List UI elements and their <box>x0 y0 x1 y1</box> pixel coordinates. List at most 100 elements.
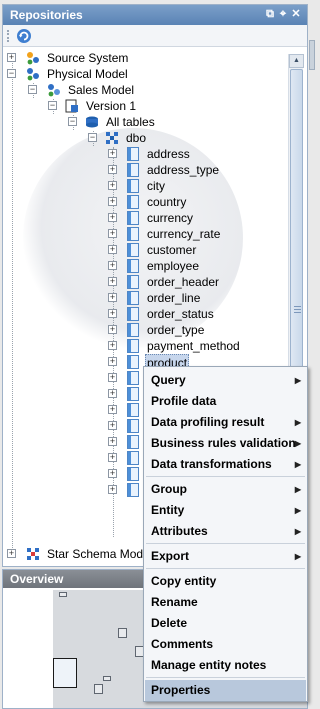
menu-item-profile-data[interactable]: Profile data <box>145 391 306 412</box>
collapse-icon[interactable]: − <box>48 101 57 110</box>
menu-item-business-rules-validation[interactable]: Business rules validation ▶ <box>145 433 306 454</box>
tree-label: Version 1 <box>86 99 137 113</box>
table-icon <box>127 403 139 417</box>
expand-icon[interactable]: + <box>108 181 117 190</box>
expand-icon[interactable]: + <box>108 149 117 158</box>
expand-icon[interactable]: + <box>108 485 117 494</box>
table-icon <box>127 435 139 449</box>
menu-item-group[interactable]: Group ▶ <box>145 479 306 500</box>
expand-icon[interactable]: + <box>108 197 117 206</box>
menu-item-label: Data profiling result <box>151 415 265 429</box>
expand-icon[interactable]: + <box>108 373 117 382</box>
expand-icon[interactable]: + <box>108 261 117 270</box>
source-system-icon <box>27 52 39 65</box>
collapse-icon[interactable]: − <box>7 69 16 78</box>
restore-icon[interactable]: ⧉ <box>265 7 275 21</box>
menu-item-query[interactable]: Query ▶ <box>145 370 306 391</box>
table-icon <box>127 387 139 401</box>
menu-item-copy-entity[interactable]: Copy entity <box>145 571 306 592</box>
menu-item-label: Copy entity <box>151 574 217 588</box>
table-icon <box>127 243 139 257</box>
submenu-arrow-icon: ▶ <box>294 439 301 448</box>
expand-icon[interactable]: + <box>108 245 117 254</box>
expand-icon[interactable]: + <box>108 357 117 366</box>
table-icon <box>127 275 139 289</box>
table-icon <box>127 195 139 209</box>
tree-label: Physical Model <box>47 67 128 81</box>
menu-separator <box>146 568 305 569</box>
collapse-icon[interactable]: − <box>88 133 97 142</box>
table-icon <box>127 259 139 273</box>
expand-icon[interactable]: + <box>108 453 117 462</box>
refresh-icon[interactable] <box>16 28 32 44</box>
expand-icon[interactable]: + <box>7 53 16 62</box>
expand-icon[interactable]: + <box>108 293 117 302</box>
menu-item-rename[interactable]: Rename <box>145 592 306 613</box>
overview-entity <box>94 684 103 694</box>
tree-label: address_type <box>147 163 220 177</box>
expand-icon[interactable]: + <box>108 213 117 222</box>
menu-item-label: Manage entity notes <box>151 658 267 672</box>
overview-viewport[interactable] <box>53 658 77 688</box>
menu-separator <box>146 476 305 477</box>
collapse-icon[interactable]: − <box>68 117 77 126</box>
tree-label: order_header <box>147 275 220 289</box>
submenu-arrow-icon: ▶ <box>294 418 301 427</box>
table-icon <box>127 163 139 177</box>
expand-icon[interactable]: + <box>108 309 117 318</box>
menu-item-attributes[interactable]: Attributes ▶ <box>145 521 306 542</box>
menu-item-delete[interactable]: Delete <box>145 613 306 634</box>
menu-item-label: Comments <box>151 637 214 651</box>
expand-icon[interactable]: + <box>108 229 117 238</box>
table-icon <box>127 419 139 433</box>
tree-label: All tables <box>106 115 155 129</box>
tree-label: dbo <box>126 131 147 145</box>
menu-separator <box>146 677 305 678</box>
close-icon[interactable]: ✕ <box>291 7 301 21</box>
expand-icon[interactable]: + <box>108 437 117 446</box>
table-icon <box>127 227 139 241</box>
menu-item-data-profiling-result[interactable]: Data profiling result ▶ <box>145 412 306 433</box>
tree-label: payment_method <box>147 339 240 353</box>
expand-icon[interactable]: + <box>108 405 117 414</box>
expand-icon[interactable]: + <box>108 165 117 174</box>
submenu-arrow-icon: ▶ <box>294 460 301 469</box>
schema-icon <box>106 132 118 144</box>
all-tables-icon <box>86 116 98 128</box>
menu-item-manage-entity-notes[interactable]: Manage entity notes <box>145 655 306 676</box>
expand-icon[interactable]: + <box>108 421 117 430</box>
menu-item-data-transformations[interactable]: Data transformations ▶ <box>145 454 306 475</box>
submenu-arrow-icon: ▶ <box>294 506 301 515</box>
expand-icon[interactable]: + <box>108 325 117 334</box>
menu-item-comments[interactable]: Comments <box>145 634 306 655</box>
menu-item-label: Delete <box>151 616 188 630</box>
tree-label: Star Schema Mode <box>47 547 150 561</box>
repositories-toolbar <box>3 25 307 47</box>
collapse-icon[interactable]: − <box>28 85 37 94</box>
expand-icon[interactable]: + <box>108 277 117 286</box>
menu-item-label: Group <box>151 482 187 496</box>
table-icon <box>127 483 139 497</box>
overview-entity <box>103 676 111 681</box>
submenu-arrow-icon: ▶ <box>294 485 301 494</box>
submenu-arrow-icon: ▶ <box>294 376 301 385</box>
menu-item-export[interactable]: Export ▶ <box>145 546 306 567</box>
menu-item-properties[interactable]: Properties <box>145 680 306 701</box>
table-icon <box>127 467 139 481</box>
tree-label: address <box>147 147 190 161</box>
expand-icon[interactable]: + <box>108 469 117 478</box>
scroll-up-icon[interactable]: ▲ <box>289 54 304 68</box>
physical-model-icon <box>27 68 39 81</box>
version-icon <box>65 99 78 113</box>
expand-icon[interactable]: + <box>108 341 117 350</box>
tree-label: city <box>147 179 165 193</box>
menu-item-label: Entity <box>151 503 185 517</box>
table-icon <box>127 291 139 305</box>
pin-icon[interactable]: ⌖ <box>278 7 288 21</box>
expand-icon[interactable]: + <box>108 389 117 398</box>
tree-label: customer <box>147 243 197 257</box>
tree-label: currency <box>147 211 194 225</box>
overview-entity <box>59 592 67 597</box>
menu-item-entity[interactable]: Entity ▶ <box>145 500 306 521</box>
expand-icon[interactable]: + <box>7 549 16 558</box>
